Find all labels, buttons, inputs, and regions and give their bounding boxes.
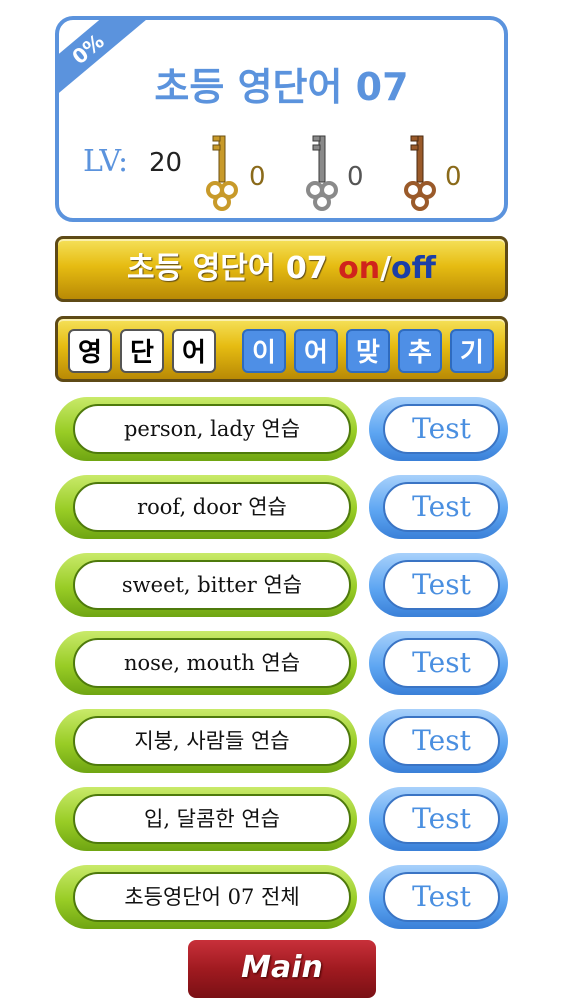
test-button[interactable]: Test <box>369 787 508 851</box>
test-label: Test <box>383 638 500 688</box>
mode-bar: 영 단 어 이 어 맞 추 기 <box>55 316 508 382</box>
practice-button[interactable]: person, lady 연습 <box>55 397 357 461</box>
practice-label: person, lady 연습 <box>73 404 351 454</box>
practice-button[interactable]: nose, mouth 연습 <box>55 631 357 695</box>
bronze-key-count: 0 <box>445 162 462 192</box>
sound-toggle-button[interactable]: 초등 영단어 07 on/off <box>55 236 508 302</box>
practice-label: sweet, bitter 연습 <box>73 560 351 610</box>
match-mode-tile[interactable]: 어 <box>294 329 338 373</box>
test-label: Test <box>383 716 500 766</box>
test-label: Test <box>383 404 500 454</box>
page-title: 초등 영단어 07 <box>154 65 409 109</box>
test-button[interactable]: Test <box>369 397 508 461</box>
test-button[interactable]: Test <box>369 631 508 695</box>
practice-label: roof, door 연습 <box>73 482 351 532</box>
test-button[interactable]: Test <box>369 553 508 617</box>
toggle-slash: / <box>380 251 392 286</box>
toggle-prefix: 초등 영단어 07 <box>127 251 339 286</box>
test-all-button[interactable]: Test <box>369 865 508 929</box>
test-label: Test <box>383 560 500 610</box>
test-button[interactable]: Test <box>369 475 508 539</box>
practice-label: nose, mouth 연습 <box>73 638 351 688</box>
progress-card: 0% 초등 영단어 07 LV: 20 0 0 0 <box>55 16 508 222</box>
test-label: Test <box>383 872 500 922</box>
word-mode-tile[interactable]: 단 <box>120 329 164 373</box>
level-label: LV: <box>83 144 129 179</box>
silver-key-count: 0 <box>347 162 364 192</box>
practice-button[interactable]: sweet, bitter 연습 <box>55 553 357 617</box>
toggle-off: off <box>391 251 436 286</box>
match-mode-tile[interactable]: 추 <box>398 329 442 373</box>
practice-all-button[interactable]: 초등영단어 07 전체 <box>55 865 357 929</box>
match-mode-tile[interactable]: 기 <box>450 329 494 373</box>
word-mode-tile[interactable]: 어 <box>172 329 216 373</box>
practice-label: 초등영단어 07 전체 <box>73 872 351 922</box>
test-label: Test <box>383 482 500 532</box>
match-mode-tile[interactable]: 맞 <box>346 329 390 373</box>
practice-button[interactable]: 지붕, 사람들 연습 <box>55 709 357 773</box>
silver-key-icon <box>306 135 338 211</box>
test-label: Test <box>383 794 500 844</box>
bronze-key-icon <box>404 135 436 211</box>
match-mode-tile[interactable]: 이 <box>242 329 286 373</box>
gold-key-count: 0 <box>249 162 266 192</box>
toggle-on: on <box>338 251 381 286</box>
gold-key-icon <box>206 135 238 211</box>
main-button[interactable]: Main <box>188 940 376 998</box>
test-button[interactable]: Test <box>369 709 508 773</box>
practice-button[interactable]: roof, door 연습 <box>55 475 357 539</box>
practice-label: 입, 달콤한 연습 <box>73 794 351 844</box>
practice-label: 지붕, 사람들 연습 <box>73 716 351 766</box>
practice-button[interactable]: 입, 달콤한 연습 <box>55 787 357 851</box>
word-mode-tile[interactable]: 영 <box>68 329 112 373</box>
level-value: 20 <box>149 148 183 178</box>
